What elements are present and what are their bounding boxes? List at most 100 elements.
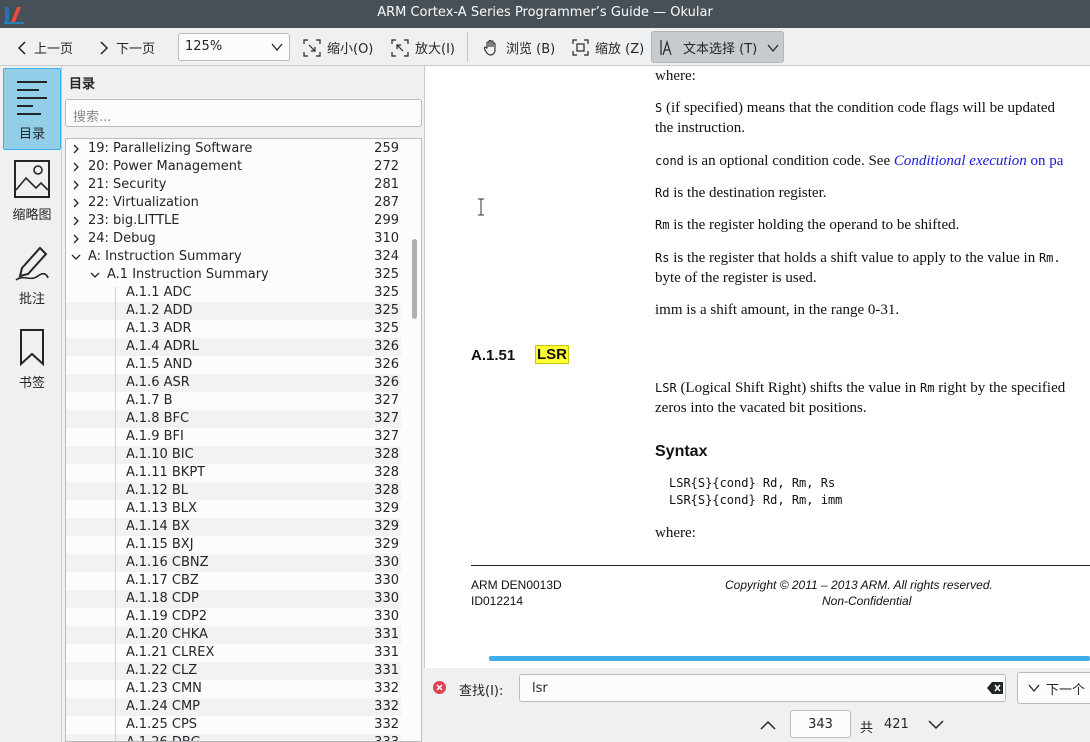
toc-entry[interactable]: A.1.18 CDP 330 xyxy=(66,590,401,608)
toc-entry-label: A.1 Instruction Summary xyxy=(107,267,269,282)
toc-scrollbar-thumb[interactable] xyxy=(412,239,417,319)
page-down-icon[interactable] xyxy=(928,719,944,731)
toc-entry[interactable]: A.1.11 BKPT 328 xyxy=(66,464,401,482)
page-number-input[interactable]: 343 xyxy=(790,710,851,738)
chevron-right-icon[interactable] xyxy=(71,234,81,244)
toc-entry-label: A.1.19 CDP2 xyxy=(126,609,208,624)
doc-text: imm is a shift amount, in the range 0-31… xyxy=(655,302,900,318)
toc-entry[interactable]: A.1.9 BFI 327 xyxy=(66,428,401,446)
toc-entry[interactable]: A.1.8 BFC 327 xyxy=(66,410,401,428)
toc-entry-label: A: Instruction Summary xyxy=(88,249,242,264)
window-title: ARM Cortex-A Series Programmer’s Guide —… xyxy=(377,5,713,20)
toc-entry[interactable]: 24: Debug 310 xyxy=(66,230,401,248)
previous-page-label: 上一页 xyxy=(34,42,74,57)
toc-entry-page: 333 xyxy=(374,734,399,741)
toc-entry-label: A.1.23 CMN xyxy=(126,681,202,696)
toc-entry-page: 329 xyxy=(374,537,399,552)
toc-entry[interactable]: A.1.25 CPS 332 xyxy=(66,716,401,734)
footer-confidentiality: Non-Confidential xyxy=(822,594,912,608)
doc-paragraph-lsr: LSR (Logical Shift Right) shifts the val… xyxy=(655,380,1066,396)
toc-entry[interactable]: A: Instruction Summary 324 xyxy=(66,248,401,266)
clear-text-icon[interactable] xyxy=(987,682,1003,694)
toc-entry-label: A.1.18 CDP xyxy=(126,591,199,606)
toc-entry-page: 329 xyxy=(374,501,399,516)
toc-entry[interactable]: A.1.19 CDP2 330 xyxy=(66,608,401,626)
zoom-tool-button[interactable]: 缩放 (Z) xyxy=(572,34,644,61)
doc-text: zeros into the vacated bit positions. xyxy=(655,400,867,416)
toc-entry-page: 328 xyxy=(374,483,399,498)
doc-paragraph-rm: Rm is the register holding the operand t… xyxy=(655,217,960,233)
toc-entry[interactable]: A.1.6 ASR 326 xyxy=(66,374,401,392)
toc-entry[interactable]: A.1.15 BXJ 329 xyxy=(66,536,401,554)
chevron-right-icon[interactable] xyxy=(71,180,81,190)
find-query-value: lsr xyxy=(532,681,548,696)
toc-entry-page: 329 xyxy=(374,519,399,534)
previous-page-button[interactable]: 上一页 xyxy=(16,34,73,61)
zoom-area-icon xyxy=(572,39,589,56)
toc-entry[interactable]: A.1.21 CLREX 331 xyxy=(66,644,401,662)
toc-entry[interactable]: A.1.7 B 327 xyxy=(66,392,401,410)
find-next-label: 下一个 xyxy=(1046,682,1086,698)
sidebar-item-annotations[interactable]: 批注 xyxy=(3,236,61,318)
toc-entry[interactable]: 20: Power Management 272 xyxy=(66,158,401,176)
chevron-right-icon[interactable] xyxy=(71,144,81,154)
toc-entry[interactable]: A.1.17 CBZ 330 xyxy=(66,572,401,590)
zoom-out-button[interactable]: 缩小(O) xyxy=(303,34,373,61)
toc-entry-page: 331 xyxy=(374,645,399,660)
toc-entry[interactable]: 21: Security 281 xyxy=(66,176,401,194)
zoom-tool-label: 缩放 (Z) xyxy=(595,42,645,57)
sidebar-item-bookmarks[interactable]: 书签 xyxy=(3,320,61,402)
document-view[interactable]: where: S (if specified) means that the c… xyxy=(424,66,1090,668)
toc-entry[interactable]: A.1.23 CMN 332 xyxy=(66,680,401,698)
chevron-right-icon[interactable] xyxy=(71,162,81,172)
toc-entry[interactable]: A.1.26 DBG 333 xyxy=(66,734,401,741)
toc-entry[interactable]: A.1.24 CMP 332 xyxy=(66,698,401,716)
zoom-level-select[interactable]: 125% xyxy=(178,33,290,61)
zoom-in-button[interactable]: 放大(I) xyxy=(391,34,455,61)
toc-entry[interactable]: A.1.14 BX 329 xyxy=(66,518,401,536)
page-of-label: 共 xyxy=(860,721,874,736)
sidebar-item-thumbnails[interactable]: 缩略图 xyxy=(3,152,61,234)
syntax-line: LSR{S}{cond} Rd, Rm, Rs xyxy=(669,476,836,490)
toc-entry[interactable]: A.1.12 BL 328 xyxy=(66,482,401,500)
toc-entry[interactable]: A.1.16 CBNZ 330 xyxy=(66,554,401,572)
find-next-button[interactable]: 下一个 xyxy=(1017,672,1090,704)
toc-entry-page: 281 xyxy=(374,177,399,192)
toc-entry[interactable]: A.1.10 BIC 328 xyxy=(66,446,401,464)
toc-entry[interactable]: 19: Parallelizing Software 259 xyxy=(66,140,401,158)
toc-entry-page: 331 xyxy=(374,663,399,678)
toc-scrollbar[interactable] xyxy=(407,139,421,741)
close-findbar-icon[interactable] xyxy=(433,681,446,694)
tree-guide-line xyxy=(115,287,116,741)
toc-entry[interactable]: A.1.4 ADRL 326 xyxy=(66,338,401,356)
chevron-down-icon[interactable] xyxy=(90,270,100,280)
toc-search-input[interactable]: 搜索... xyxy=(65,99,422,127)
conditional-execution-link[interactable]: Conditional execution xyxy=(894,153,1027,169)
find-input[interactable]: lsr xyxy=(519,674,1006,702)
toc-entry[interactable]: A.1.1 ADC 325 xyxy=(66,284,401,302)
toc-entry[interactable]: A.1.5 AND 326 xyxy=(66,356,401,374)
toc-entry[interactable]: 23: big.LITTLE 299 xyxy=(66,212,401,230)
next-page-button[interactable]: 下一页 xyxy=(98,34,155,61)
chevron-right-icon[interactable] xyxy=(71,216,81,226)
toc-entry-label: A.1.26 DBG xyxy=(126,734,201,741)
toc-entry[interactable]: A.1.13 BLX 329 xyxy=(66,500,401,518)
toc-entry[interactable]: A.1 Instruction Summary 325 xyxy=(66,266,401,284)
toc-entry[interactable]: A.1.22 CLZ 331 xyxy=(66,662,401,680)
chevron-down-icon[interactable] xyxy=(71,252,81,262)
sidebar-item-toc[interactable]: 目录 xyxy=(3,68,61,150)
toc-tree[interactable]: A.1.26 DBG333A.1.25 CPS332A.1.24 CMP332A… xyxy=(65,138,422,742)
toc-entry-label: A.1.4 ADRL xyxy=(126,339,199,354)
doc-paragraph-cond: cond is an optional condition code. See … xyxy=(655,153,1064,169)
toc-entry[interactable]: 22: Virtualization 287 xyxy=(66,194,401,212)
chevron-down-icon xyxy=(271,43,283,52)
toc-entry[interactable]: A.1.20 CHKA 331 xyxy=(66,626,401,644)
chevron-right-icon[interactable] xyxy=(71,198,81,208)
text-select-tool-content[interactable]: 文本选择 (T) xyxy=(660,34,757,61)
text-select-dropdown-chevron-icon[interactable] xyxy=(767,43,779,53)
toc-entry[interactable]: A.1.3 ADR 325 xyxy=(66,320,401,338)
toc-entry[interactable]: A.1.2 ADD 325 xyxy=(66,302,401,320)
page-up-icon[interactable] xyxy=(760,719,776,731)
browse-tool-button[interactable]: 浏览 (B) xyxy=(483,34,555,61)
toc-entry-page: 299 xyxy=(374,213,399,228)
